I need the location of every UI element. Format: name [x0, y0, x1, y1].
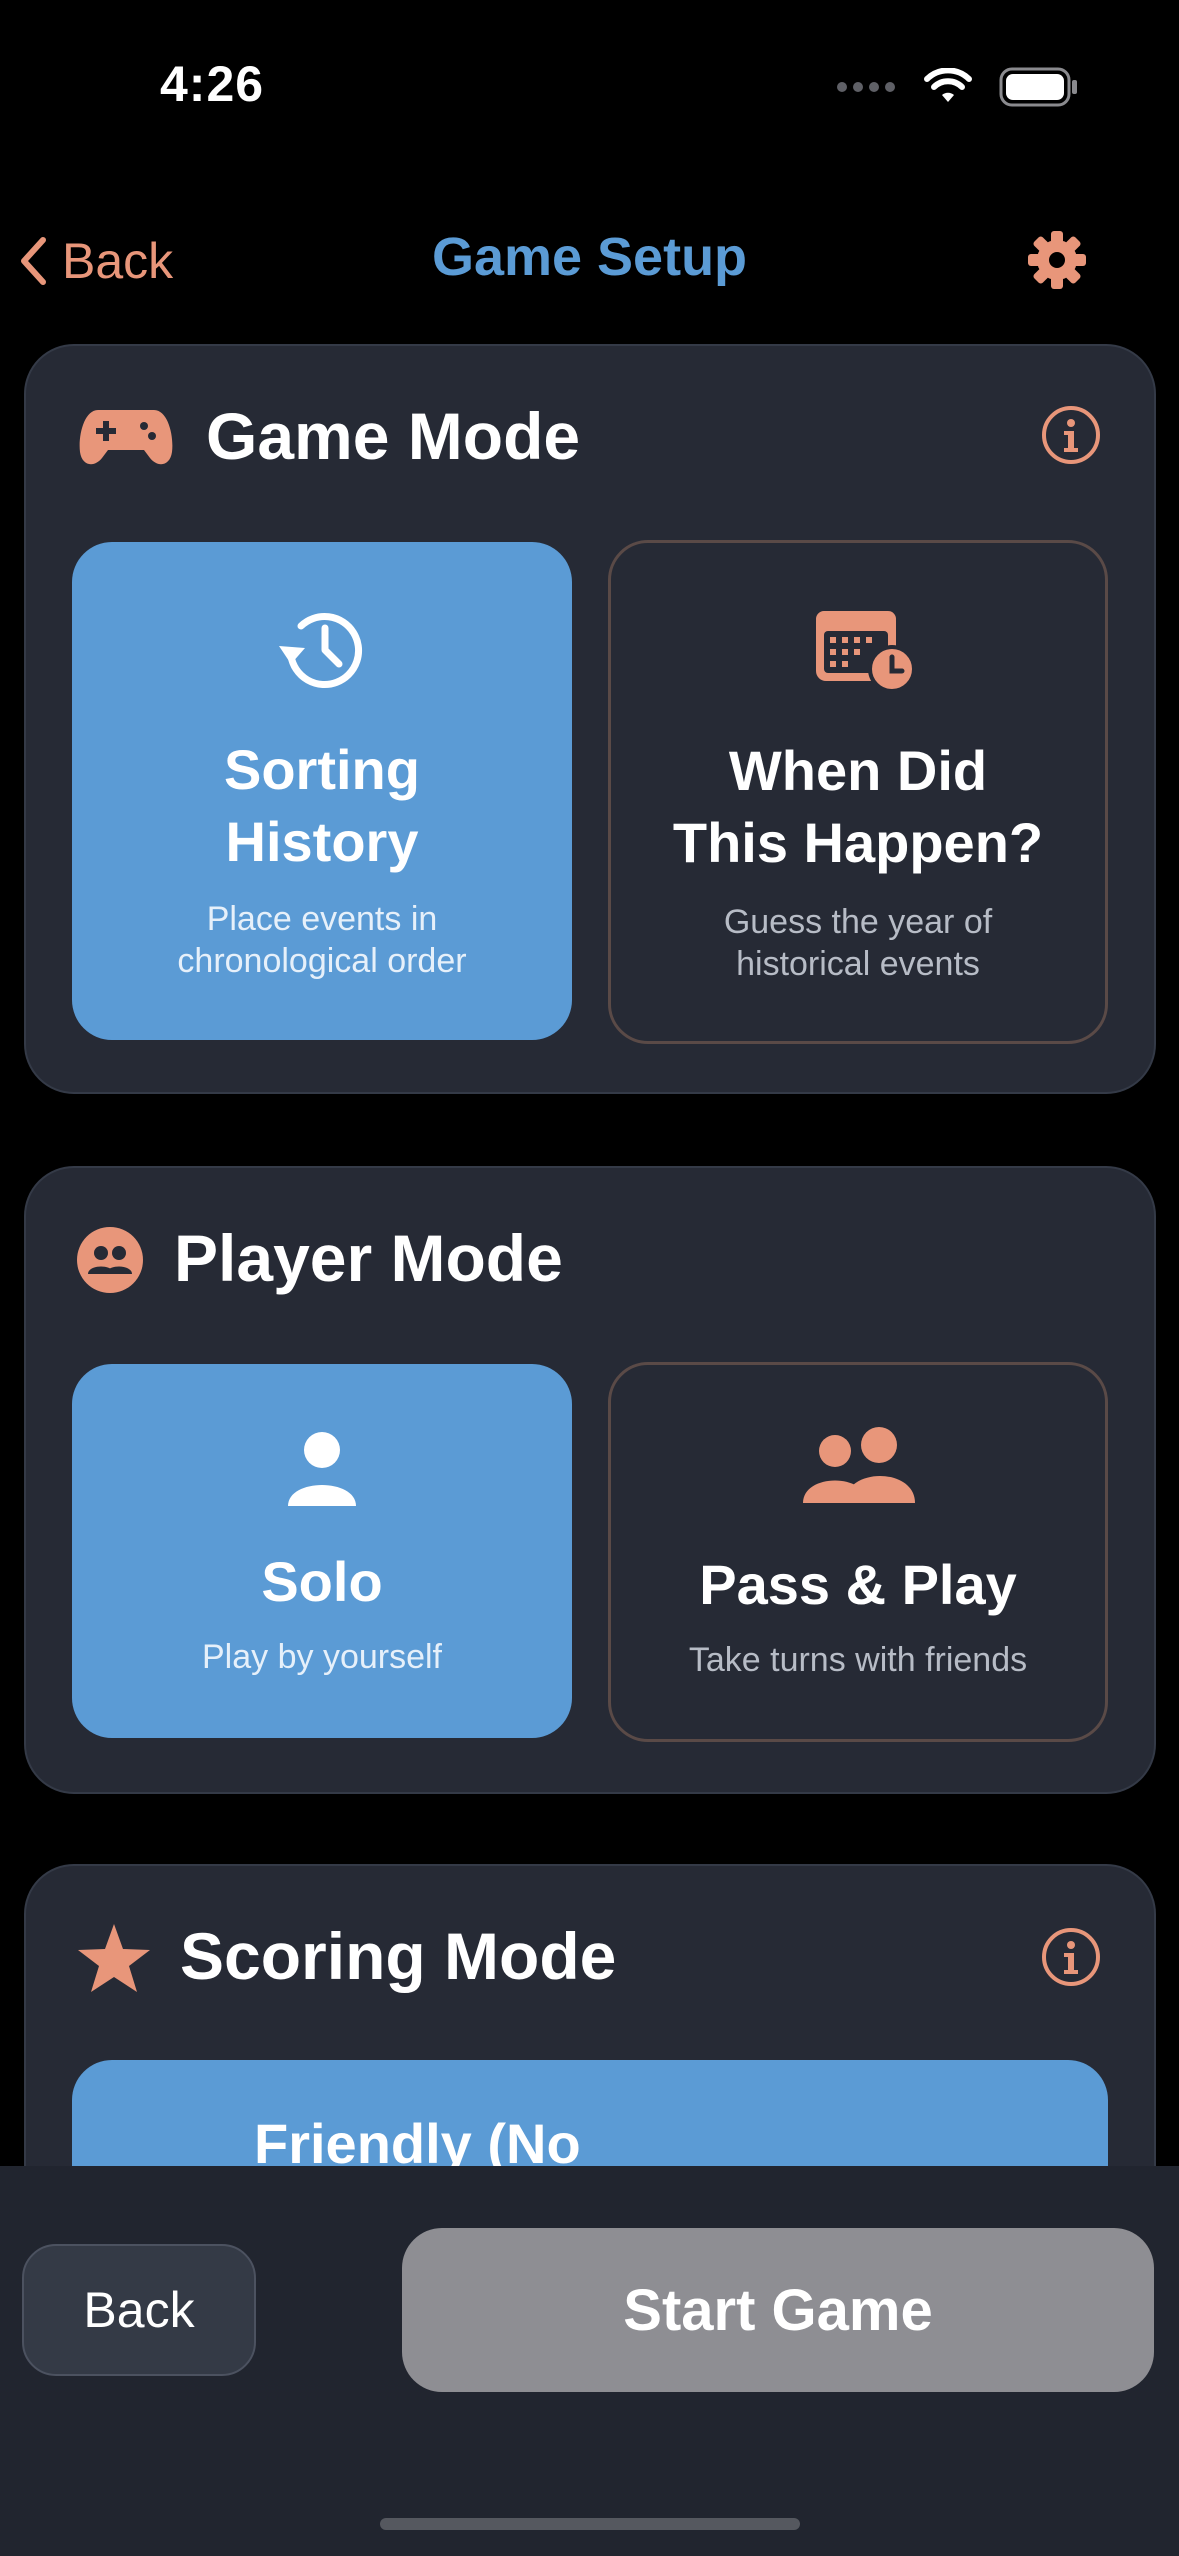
option-when-did-this-happen[interactable]: When Did This Happen? Guess the year of …	[608, 540, 1108, 1044]
status-time: 4:26	[160, 56, 265, 112]
home-indicator[interactable]	[380, 2518, 800, 2530]
option-title: Pass & Play	[699, 1553, 1017, 1616]
option-desc-line2: chronological order	[177, 942, 467, 980]
option-desc-line2: historical events	[736, 945, 980, 983]
option-title-line2: This Happen?	[672, 811, 1044, 874]
option-solo[interactable]: Solo Play by yourself	[72, 1364, 572, 1738]
gamepad-icon	[79, 410, 173, 465]
star-icon	[78, 1924, 150, 1992]
info-icon[interactable]	[1040, 1926, 1102, 1988]
status-icons	[835, 62, 1079, 112]
option-desc-line1: Guess the year of	[723, 903, 993, 941]
calendar-clock-icon	[816, 611, 916, 693]
info-icon[interactable]	[1040, 404, 1102, 466]
option-title: Solo	[261, 1550, 383, 1613]
back-button[interactable]: Back	[22, 2244, 256, 2376]
option-title-line1: When Did	[728, 739, 988, 802]
option-desc-line1: Place events in	[206, 900, 438, 938]
history-clock-icon	[279, 613, 363, 689]
settings-gear-icon[interactable]	[1027, 230, 1087, 290]
start-game-button[interactable]: Start Game	[402, 2228, 1154, 2392]
option-title-line1: Sorting	[224, 738, 420, 801]
people-icon	[803, 1427, 915, 1503]
player-group-icon	[77, 1227, 143, 1293]
option-sorting-history[interactable]: Sorting History Place events in chronolo…	[72, 542, 572, 1040]
scoring-mode-title: Scoring Mode	[180, 1919, 617, 1993]
option-pass-and-play[interactable]: Pass & Play Take turns with friends	[608, 1362, 1108, 1742]
page-title: Game Setup	[431, 227, 748, 287]
wifi-icon	[924, 68, 972, 102]
battery-icon	[999, 67, 1077, 107]
game-mode-title: Game Mode	[206, 399, 581, 473]
option-desc: Take turns with friends	[688, 1641, 1028, 1679]
person-icon	[288, 1432, 356, 1506]
player-mode-title: Player Mode	[174, 1221, 563, 1295]
option-desc: Play by yourself	[202, 1638, 442, 1676]
signal-icon	[837, 82, 895, 92]
option-title-line2: History	[225, 810, 419, 873]
